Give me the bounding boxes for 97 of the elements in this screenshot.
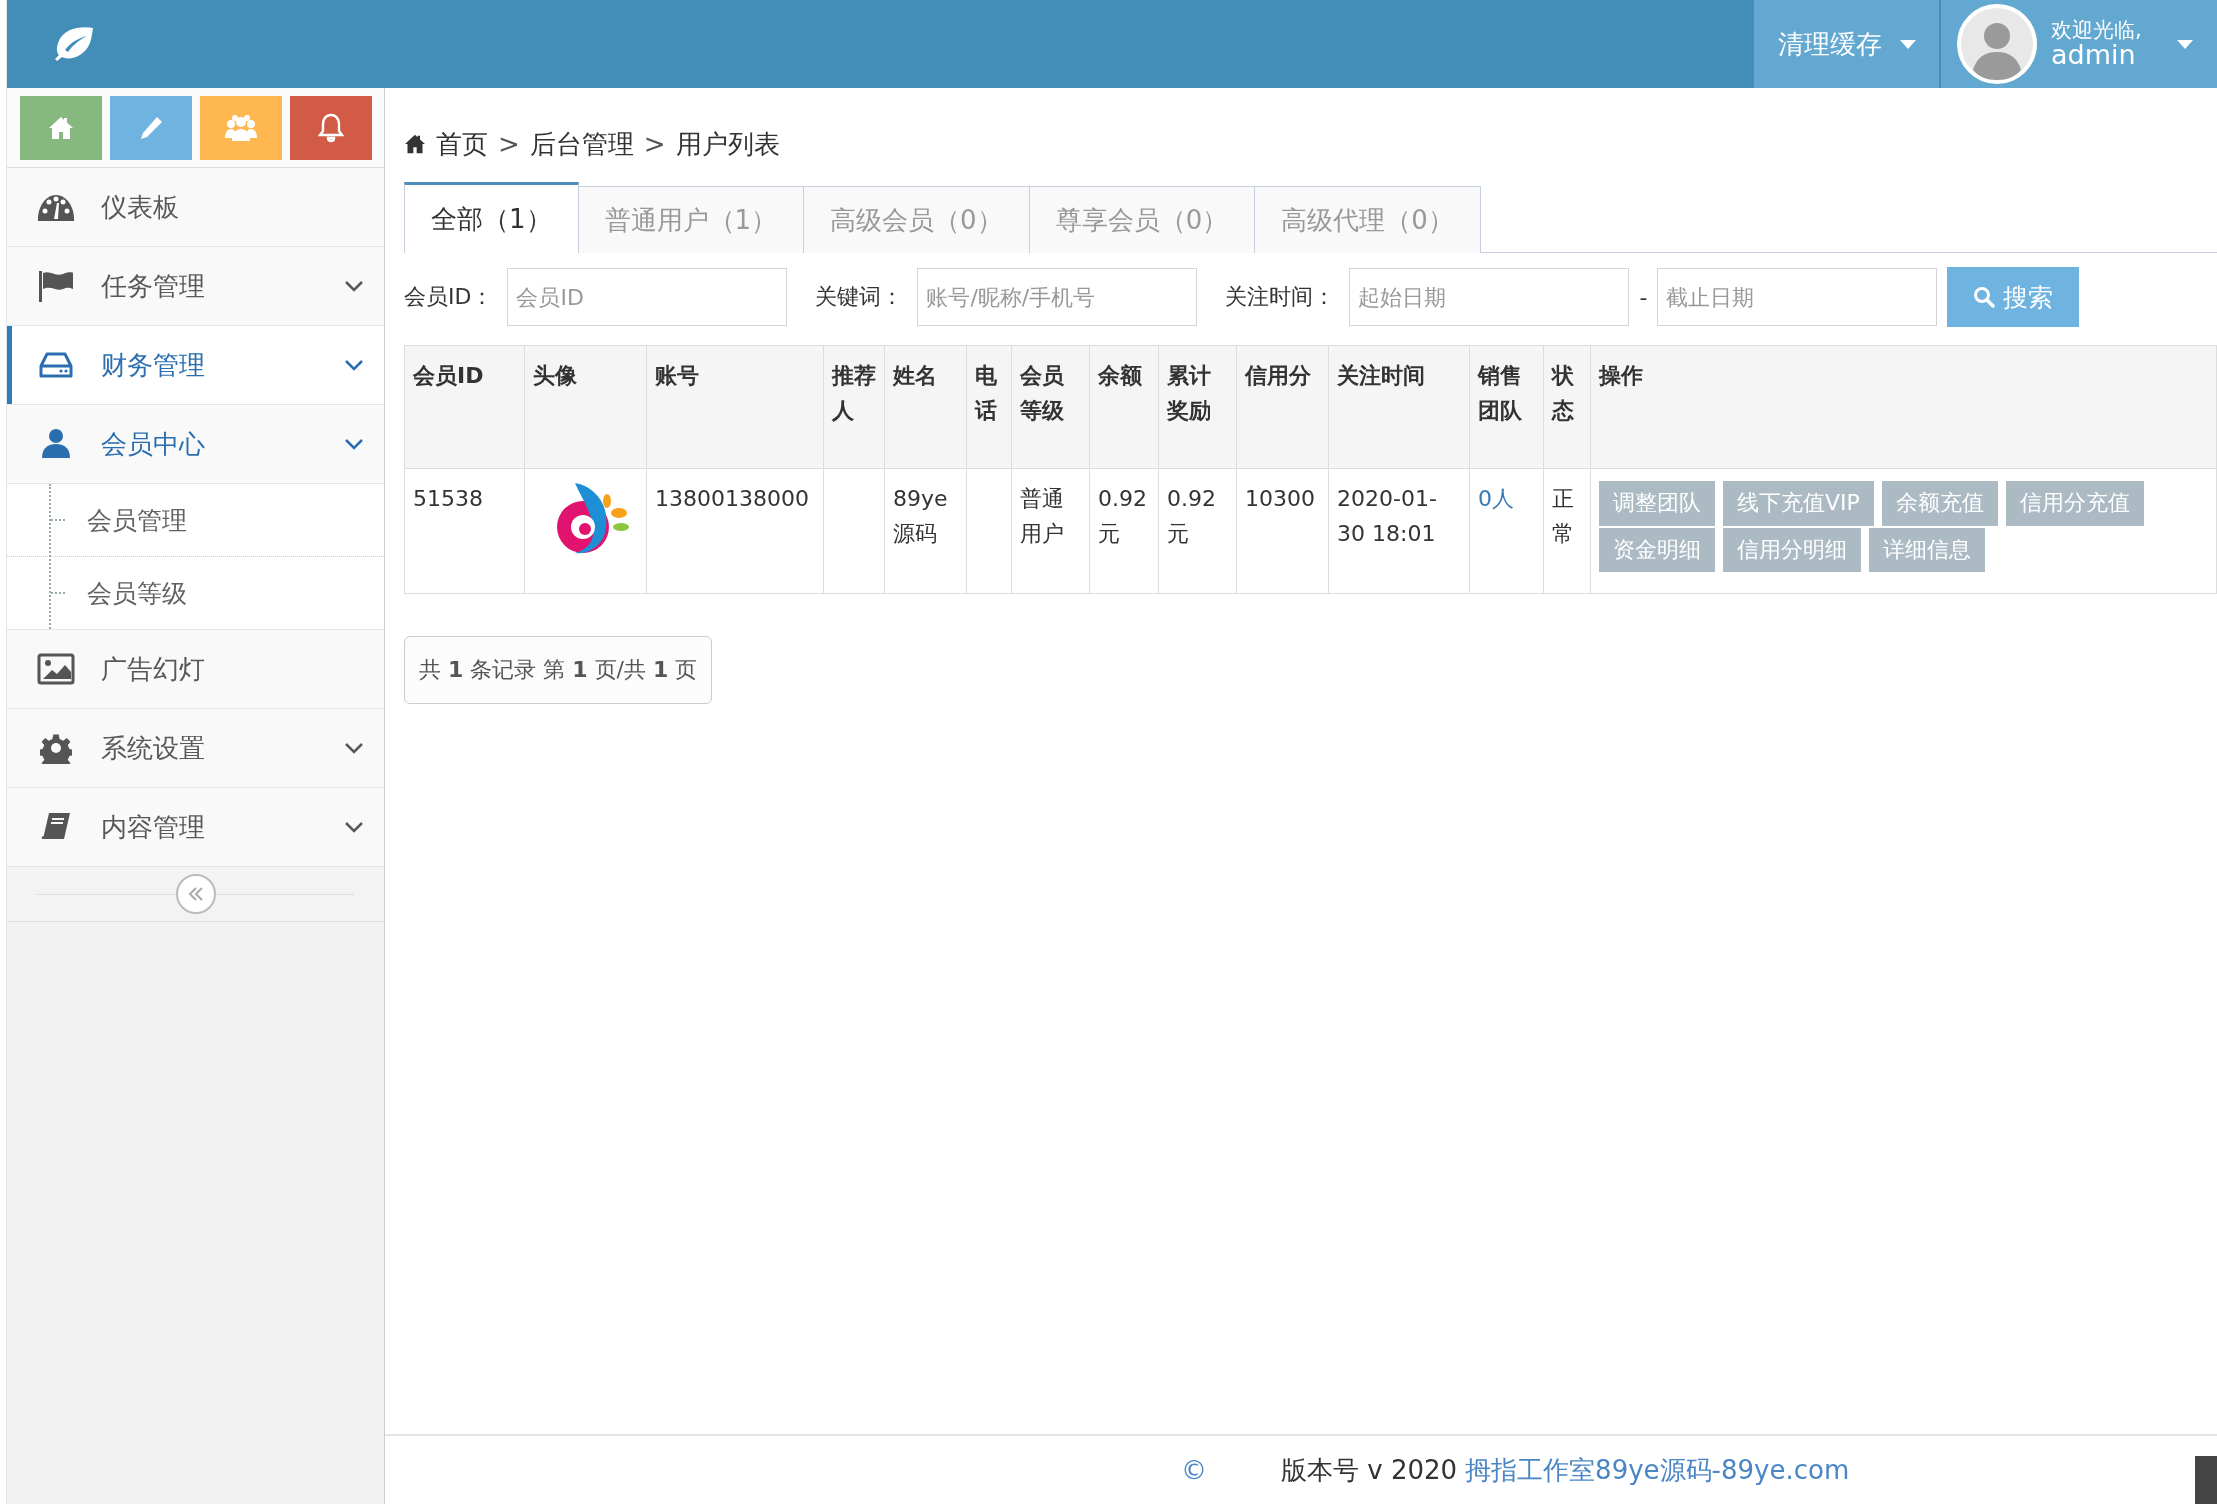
action-button[interactable]: 详细信息 — [1869, 527, 1985, 573]
sidebar-item-label: 任务管理 — [101, 269, 206, 303]
column-header: 操作 — [1590, 345, 2217, 469]
breadcrumb-current: 用户列表 — [675, 127, 780, 161]
sidebar-item-label: 系统设置 — [101, 731, 206, 765]
shortcut-button[interactable] — [200, 96, 282, 160]
pencil-icon — [138, 115, 164, 141]
pagination-info: 共 1 条记录 第 1 页/共 1 页 — [404, 636, 713, 704]
filter-label: 关注时间： — [1225, 283, 1336, 311]
sidebar-item[interactable]: 任务管理 — [7, 247, 384, 326]
table-cell: 普通用户 — [1011, 468, 1090, 594]
action-button[interactable]: 余额充值 — [1881, 481, 1998, 526]
tab[interactable]: 普通用户（1） — [577, 186, 805, 253]
shortcut-button[interactable] — [290, 96, 372, 160]
avatar-icon — [1957, 4, 2037, 84]
column-header: 账号 — [646, 345, 824, 469]
action-button[interactable]: 信用分充值 — [2005, 481, 2144, 526]
sidebar-item[interactable]: 广告幻灯 — [7, 630, 384, 709]
table-cell: 51538 — [404, 468, 525, 594]
column-header: 信用分 — [1236, 345, 1329, 469]
column-header: 会员ID — [404, 345, 525, 469]
table-cell: 0.92元 — [1089, 468, 1159, 594]
column-header: 电话 — [966, 345, 1012, 469]
user-icon — [41, 428, 71, 460]
input-field[interactable]: 会员ID — [507, 268, 788, 326]
filter-label: 会员ID： — [404, 283, 494, 311]
users-icon — [225, 114, 257, 142]
column-header: 余额 — [1089, 345, 1159, 469]
search-icon — [1973, 286, 1996, 308]
breadcrumb-separator: > — [498, 129, 520, 159]
image-icon — [37, 653, 75, 685]
action-button[interactable]: 资金明细 — [1599, 527, 1715, 573]
chevron-down-icon — [344, 359, 364, 371]
table-cell: 89ye源码 — [884, 468, 967, 594]
caret-icon — [1899, 39, 1916, 49]
tab[interactable]: 高级代理（0） — [1254, 186, 1481, 253]
breadcrumb-link[interactable]: 首页 — [436, 126, 488, 162]
chevron-down-icon — [344, 280, 364, 292]
tab[interactable]: 全部（1） — [404, 182, 579, 253]
breadcrumb-separator: > — [643, 129, 666, 159]
search-button[interactable]: 搜索 — [1947, 267, 2080, 327]
column-header: 推荐人 — [823, 345, 885, 469]
action-button[interactable]: 线下充值VIP — [1723, 481, 1874, 526]
gauge-icon — [37, 192, 75, 222]
table-cell: 0.92元 — [1158, 468, 1237, 594]
sidebar-item-label: 财务管理 — [101, 348, 206, 382]
tab[interactable]: 尊享会员（0） — [1028, 186, 1256, 253]
sidebar-item-label: 仪表板 — [101, 190, 180, 224]
tab[interactable]: 高级会员（0） — [803, 186, 1030, 253]
sidebar-item-label: 内容管理 — [101, 810, 206, 844]
column-header: 销售团队 — [1469, 345, 1544, 469]
range-separator: - — [1639, 284, 1648, 310]
sidebar-item[interactable]: 仪表板 — [7, 168, 384, 247]
table-cell: 13800138000 — [646, 468, 824, 594]
submenu-item[interactable]: 会员管理 — [7, 484, 384, 557]
chevron-down-icon — [344, 742, 364, 754]
input-field[interactable]: 账号/昵称/手机号 — [917, 268, 1198, 326]
chevron-down-icon — [344, 821, 364, 833]
bell-icon — [318, 113, 344, 143]
flag-icon — [38, 270, 74, 302]
column-header: 姓名 — [884, 345, 967, 469]
clear-cache-menu[interactable]: 清理缓存 — [1754, 0, 1939, 88]
sidebar-item[interactable]: 系统设置 — [7, 709, 384, 788]
column-header: 会员等级 — [1011, 345, 1090, 469]
breadcrumb-link[interactable]: 后台管理 — [529, 126, 634, 162]
column-header: 头像 — [524, 345, 647, 469]
sidebar-item[interactable]: 财务管理 — [7, 326, 384, 405]
footer-link[interactable]: 拇指工作室89ye源码-89ye.com — [1465, 1452, 1850, 1488]
sidebar-item-label: 会员中心 — [101, 427, 206, 461]
action-button[interactable]: 信用分明细 — [1723, 527, 1861, 573]
shortcut-button[interactable] — [110, 96, 192, 160]
caret-icon — [2177, 39, 2193, 49]
sidebar-item[interactable]: 内容管理 — [7, 788, 384, 867]
sidebar-item[interactable]: 会员中心 — [7, 405, 384, 484]
copyright-symbol: © — [1181, 1455, 1207, 1485]
input-field[interactable]: 起始日期 — [1349, 268, 1630, 326]
table-cell: 2020-01-30 18:01 — [1328, 468, 1470, 594]
shortcut-button[interactable] — [20, 96, 102, 160]
input-field[interactable]: 截止日期 — [1657, 268, 1938, 326]
drive-icon — [39, 351, 73, 379]
collapse-icon[interactable] — [174, 873, 217, 915]
submenu-item[interactable]: 会员等级 — [7, 557, 384, 629]
column-header: 状态 — [1543, 345, 1591, 469]
column-header: 累计奖励 — [1158, 345, 1237, 469]
column-header: 关注时间 — [1328, 345, 1470, 469]
chevron-down-icon — [344, 438, 364, 450]
sidebar-item-label: 广告幻灯 — [101, 652, 206, 686]
settings-icon — [40, 732, 72, 764]
team-link[interactable]: 0人 — [1478, 486, 1514, 511]
version-text: 版本号 v 2020 — [1281, 1453, 1458, 1487]
home-icon — [404, 134, 426, 154]
table-cell: 10300 — [1236, 468, 1329, 594]
action-button[interactable]: 调整团队 — [1599, 481, 1715, 526]
filter-label: 关键词： — [815, 283, 904, 311]
user-menu[interactable]: 欢迎光临, admin — [1941, 0, 2217, 88]
home-icon — [48, 116, 74, 140]
table-cell: 正常 — [1543, 468, 1591, 594]
